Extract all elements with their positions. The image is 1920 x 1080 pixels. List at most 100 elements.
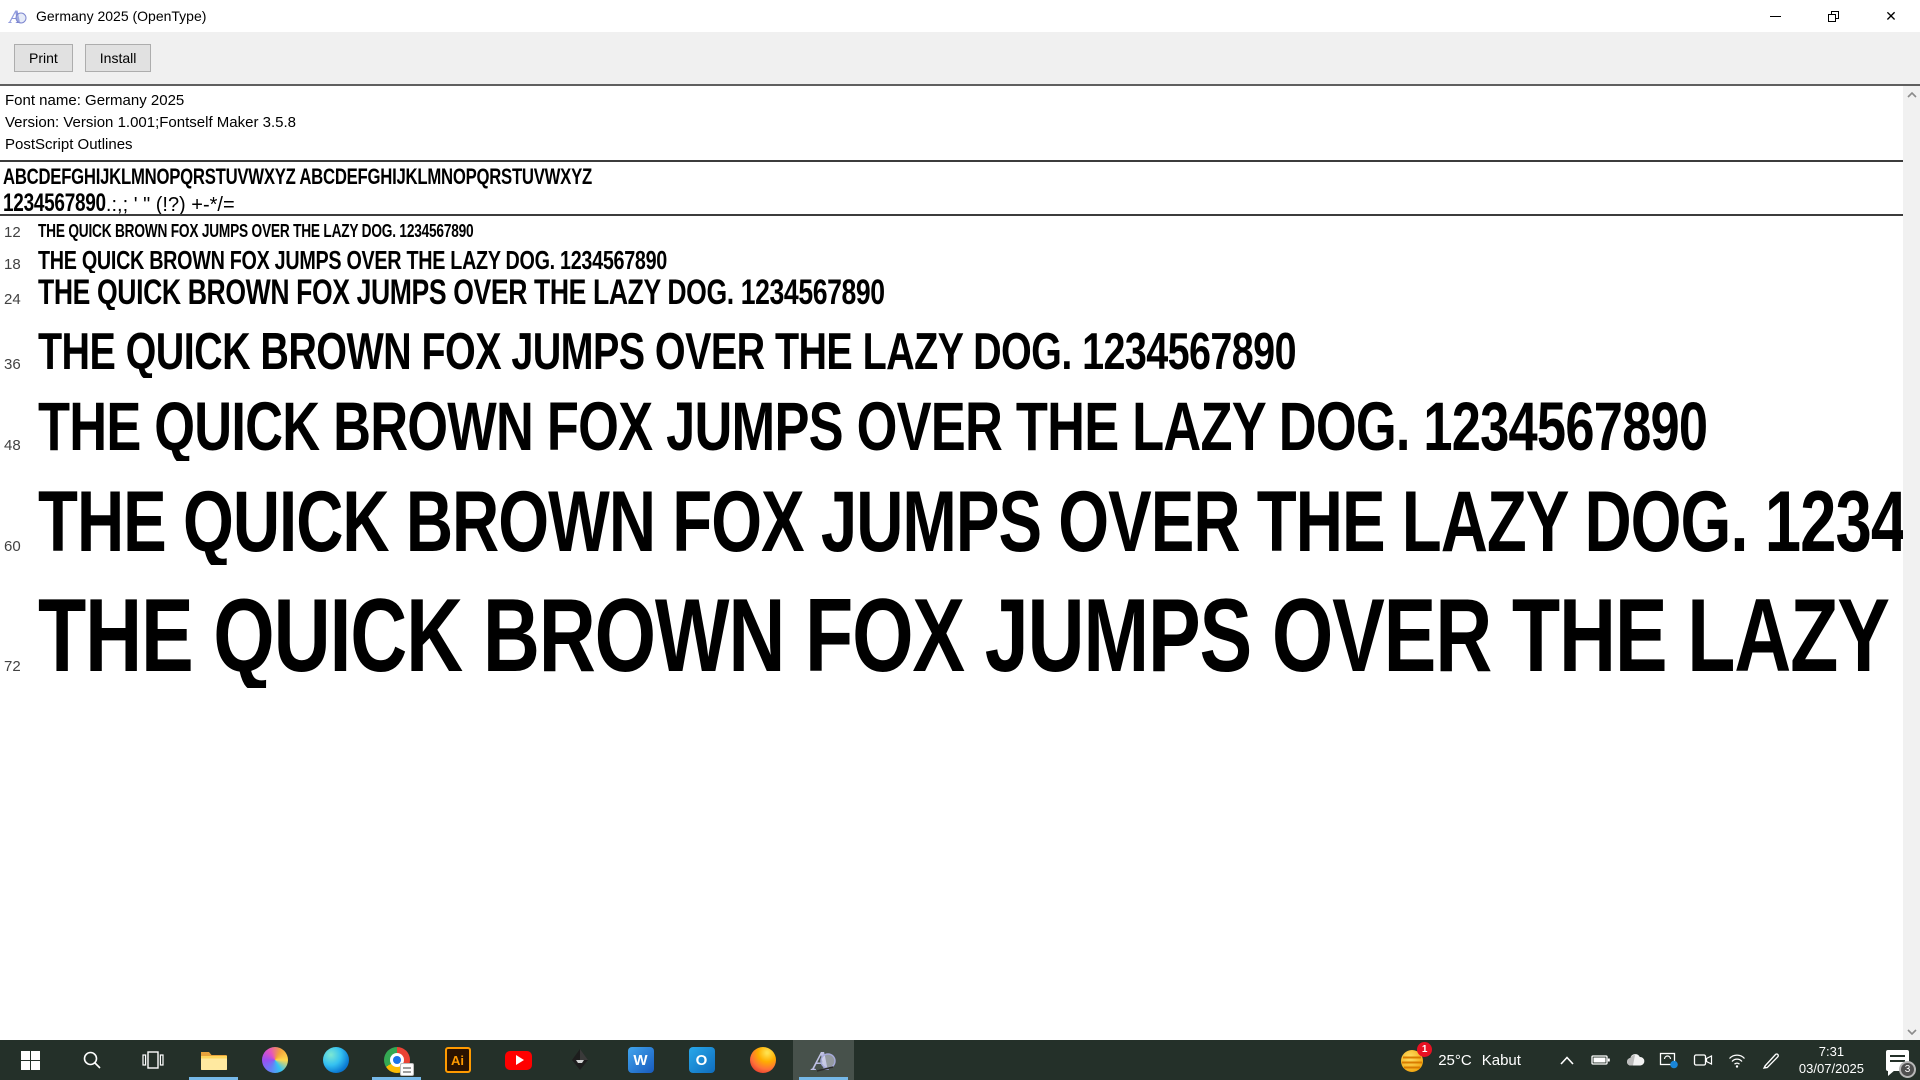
size-label: 36 xyxy=(0,356,38,373)
size-label: 24 xyxy=(0,291,38,308)
font-outline-line: PostScript Outlines xyxy=(5,134,296,156)
minimize-button[interactable] xyxy=(1746,0,1804,32)
info-divider xyxy=(0,160,1903,162)
install-button[interactable]: Install xyxy=(85,44,152,72)
toolbar-divider xyxy=(0,84,1920,86)
edge-icon xyxy=(323,1047,349,1073)
taskbar: Ai W O xyxy=(0,1040,1920,1080)
font-viewer-window: A Germany 2025 (OpenType) ✕ Print Instal… xyxy=(0,0,1920,1040)
taskbar-item-font-viewer[interactable]: A xyxy=(793,1040,854,1080)
size-label: 18 xyxy=(0,256,38,273)
toolbar: Print Install xyxy=(0,32,1920,84)
taskbar-apps: Ai W O xyxy=(0,1040,854,1080)
outlook-icon: O xyxy=(689,1047,715,1073)
taskbar-item-illustrator[interactable]: Ai xyxy=(427,1040,488,1080)
specimen-row-12: 12 THE QUICK BROWN FOX JUMPS OVER THE LA… xyxy=(0,222,1903,241)
search-icon xyxy=(82,1050,102,1070)
scroll-down-arrow[interactable] xyxy=(1903,1023,1920,1040)
size-specimens: 12 THE QUICK BROWN FOX JUMPS OVER THE LA… xyxy=(0,216,1903,688)
onedrive-indicator[interactable] xyxy=(1625,1050,1645,1070)
wireless-display-icon xyxy=(1659,1051,1679,1069)
windows-logo-icon xyxy=(21,1051,40,1070)
close-button[interactable]: ✕ xyxy=(1862,0,1920,32)
font-name-line: Font name: Germany 2025 xyxy=(5,90,296,112)
clock-time: 7:31 xyxy=(1799,1043,1864,1060)
inkscape-icon xyxy=(567,1048,593,1072)
meet-now-button[interactable] xyxy=(1693,1050,1713,1070)
specimen-row-36: 36 THE QUICK BROWN FOX JUMPS OVER THE LA… xyxy=(0,326,1903,378)
task-view-button[interactable] xyxy=(122,1040,183,1080)
start-button[interactable] xyxy=(0,1040,61,1080)
word-icon: W xyxy=(628,1047,654,1073)
taskbar-item-outlook[interactable]: O xyxy=(671,1040,732,1080)
taskbar-item-chrome[interactable] xyxy=(366,1040,427,1080)
wireless-display-indicator[interactable] xyxy=(1659,1050,1679,1070)
specimen-row-48: 48 THE QUICK BROWN FOX JUMPS OVER THE LA… xyxy=(0,392,1903,461)
windows-ink-button[interactable] xyxy=(1761,1050,1781,1070)
action-center-button[interactable]: 3 xyxy=(1880,1040,1914,1080)
chrome-document-overlay-icon xyxy=(400,1063,414,1076)
pangram-sample: THE QUICK BROWN FOX JUMPS OVER THE LAZY … xyxy=(38,584,1903,688)
wifi-icon xyxy=(1727,1052,1747,1068)
specimen-row-72: 72 THE QUICK BROWN FOX JUMPS OVER THE LA… xyxy=(0,584,1903,688)
weather-widget[interactable]: 1 25°C Kabut xyxy=(1388,1040,1531,1080)
youtube-icon xyxy=(505,1051,532,1070)
clock-date: 03/07/2025 xyxy=(1799,1060,1864,1077)
glyph-overview: ABCDEFGHIJKLMNOPQRSTUVWXYZ ABCDEFGHIJKLM… xyxy=(3,166,592,217)
chevron-up-icon xyxy=(1560,1056,1574,1065)
size-label: 72 xyxy=(0,658,38,675)
battery-indicator[interactable] xyxy=(1591,1050,1611,1070)
pangram-sample: THE QUICK BROWN FOX JUMPS OVER THE LAZY … xyxy=(38,247,667,273)
specimen-row-60: 60 THE QUICK BROWN FOX JUMPS OVER THE LA… xyxy=(0,479,1903,565)
pangram-sample: THE QUICK BROWN FOX JUMPS OVER THE LAZY … xyxy=(38,326,1296,378)
minimize-icon xyxy=(1770,16,1781,17)
weather-temperature: 25°C xyxy=(1438,1052,1472,1069)
alphabet-sample: ABCDEFGHIJKLMNOPQRSTUVWXYZ ABCDEFGHIJKLM… xyxy=(3,166,592,188)
system-tray: 1 25°C Kabut xyxy=(1388,1040,1920,1080)
pangram-sample: THE QUICK BROWN FOX JUMPS OVER THE LAZY … xyxy=(38,222,473,240)
specimen-row-24: 24 THE QUICK BROWN FOX JUMPS OVER THE LA… xyxy=(0,275,1903,310)
titlebar[interactable]: A Germany 2025 (OpenType) ✕ xyxy=(0,0,1920,32)
font-viewer-app-icon: A xyxy=(8,6,28,26)
firefox-icon xyxy=(750,1047,776,1073)
copilot-icon xyxy=(262,1047,288,1073)
pangram-sample: THE QUICK BROWN FOX JUMPS OVER THE LAZY … xyxy=(38,275,885,310)
font-viewer-taskbar-icon: A xyxy=(809,1045,839,1075)
search-button[interactable] xyxy=(61,1040,122,1080)
network-indicator[interactable] xyxy=(1727,1050,1747,1070)
window-title: Germany 2025 (OpenType) xyxy=(36,8,206,24)
font-info: Font name: Germany 2025 Version: Version… xyxy=(5,90,296,156)
camera-icon xyxy=(1693,1052,1713,1068)
tray-icons xyxy=(1557,1050,1781,1070)
pangram-sample: THE QUICK BROWN FOX JUMPS OVER THE LAZY … xyxy=(38,392,1707,461)
desktop-screen: A Germany 2025 (OpenType) ✕ Print Instal… xyxy=(0,0,1920,1080)
close-icon: ✕ xyxy=(1885,9,1897,23)
size-label: 12 xyxy=(0,224,38,241)
taskbar-item-file-explorer[interactable] xyxy=(183,1040,244,1080)
notification-count-badge: 3 xyxy=(1899,1061,1916,1078)
taskbar-item-edge[interactable] xyxy=(305,1040,366,1080)
font-version-line: Version: Version 1.001;Fontself Maker 3.… xyxy=(5,112,296,134)
size-label: 60 xyxy=(0,538,38,555)
taskbar-item-firefox[interactable] xyxy=(732,1040,793,1080)
onedrive-cloud-icon xyxy=(1625,1052,1645,1068)
pangram-sample: THE QUICK BROWN FOX JUMPS OVER THE LAZY … xyxy=(38,479,1903,565)
tray-overflow-button[interactable] xyxy=(1557,1050,1577,1070)
taskbar-item-youtube[interactable] xyxy=(488,1040,549,1080)
illustrator-icon: Ai xyxy=(445,1047,471,1073)
pen-icon xyxy=(1761,1051,1781,1069)
numerals-sample: 1234567890 xyxy=(3,191,106,216)
restore-button[interactable] xyxy=(1804,0,1862,32)
vertical-scrollbar[interactable] xyxy=(1903,86,1920,1040)
specimen-row-18: 18 THE QUICK BROWN FOX JUMPS OVER THE LA… xyxy=(0,247,1903,273)
print-button[interactable]: Print xyxy=(14,44,73,72)
chrome-icon xyxy=(384,1047,410,1073)
weather-alert-badge: 1 xyxy=(1417,1042,1432,1057)
task-view-icon xyxy=(142,1051,164,1069)
taskbar-item-word[interactable]: W xyxy=(610,1040,671,1080)
battery-icon xyxy=(1591,1051,1611,1069)
taskbar-clock[interactable]: 7:31 03/07/2025 xyxy=(1799,1043,1864,1077)
taskbar-item-inkscape[interactable] xyxy=(549,1040,610,1080)
taskbar-item-copilot[interactable] xyxy=(244,1040,305,1080)
scroll-up-arrow[interactable] xyxy=(1903,86,1920,103)
